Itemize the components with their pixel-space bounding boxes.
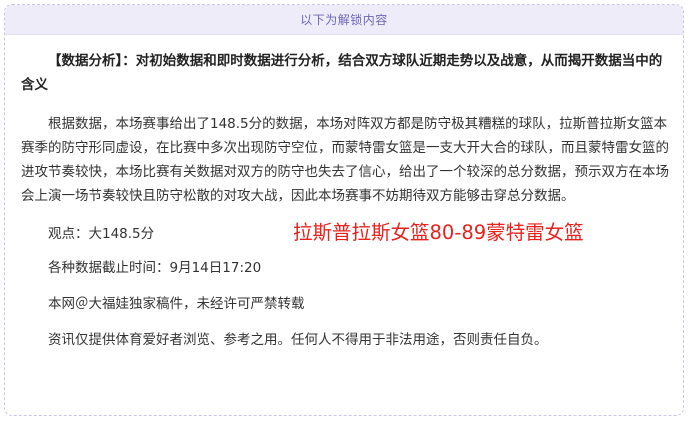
data-cutoff-time: 各种数据截止时间：9月14日17:20 bbox=[48, 260, 262, 276]
viewpoint-text: 观点：大148.5分 bbox=[48, 226, 155, 242]
unlock-banner: 以下为解锁内容 bbox=[5, 5, 683, 35]
disclaimer-text: 资讯仅提供体育爱好者浏览、参考之用。任何人不得用于非法用途，否则责任自负。 bbox=[48, 332, 548, 348]
article-content: 【数据分析】：对初始数据和即时数据进行分析，结合双方球队近期走势以及战意，从而揭… bbox=[21, 49, 671, 364]
unlock-banner-label: 以下为解锁内容 bbox=[300, 13, 388, 27]
analysis-paragraph: 根据数据，本场赛事给出了148.5分的数据，本场对阵双方都是防守极其糟糕的球队，… bbox=[21, 116, 669, 204]
viewpoint-row: 观点：大148.5分 拉斯普拉斯女篮80-89蒙特雷女篮 bbox=[21, 218, 671, 244]
unlocked-content-box: 以下为解锁内容 【数据分析】：对初始数据和即时数据进行分析，结合双方球队近期走势… bbox=[4, 4, 684, 416]
match-score-title: 拉斯普拉斯女篮80-89蒙特雷女篮 bbox=[293, 221, 584, 244]
analysis-heading: 【数据分析】：对初始数据和即时数据进行分析，结合双方球队近期走势以及战意，从而揭… bbox=[21, 53, 663, 93]
copyright-notice: 本网＠大福娃独家稿件，未经许可严禁转载 bbox=[48, 296, 305, 312]
